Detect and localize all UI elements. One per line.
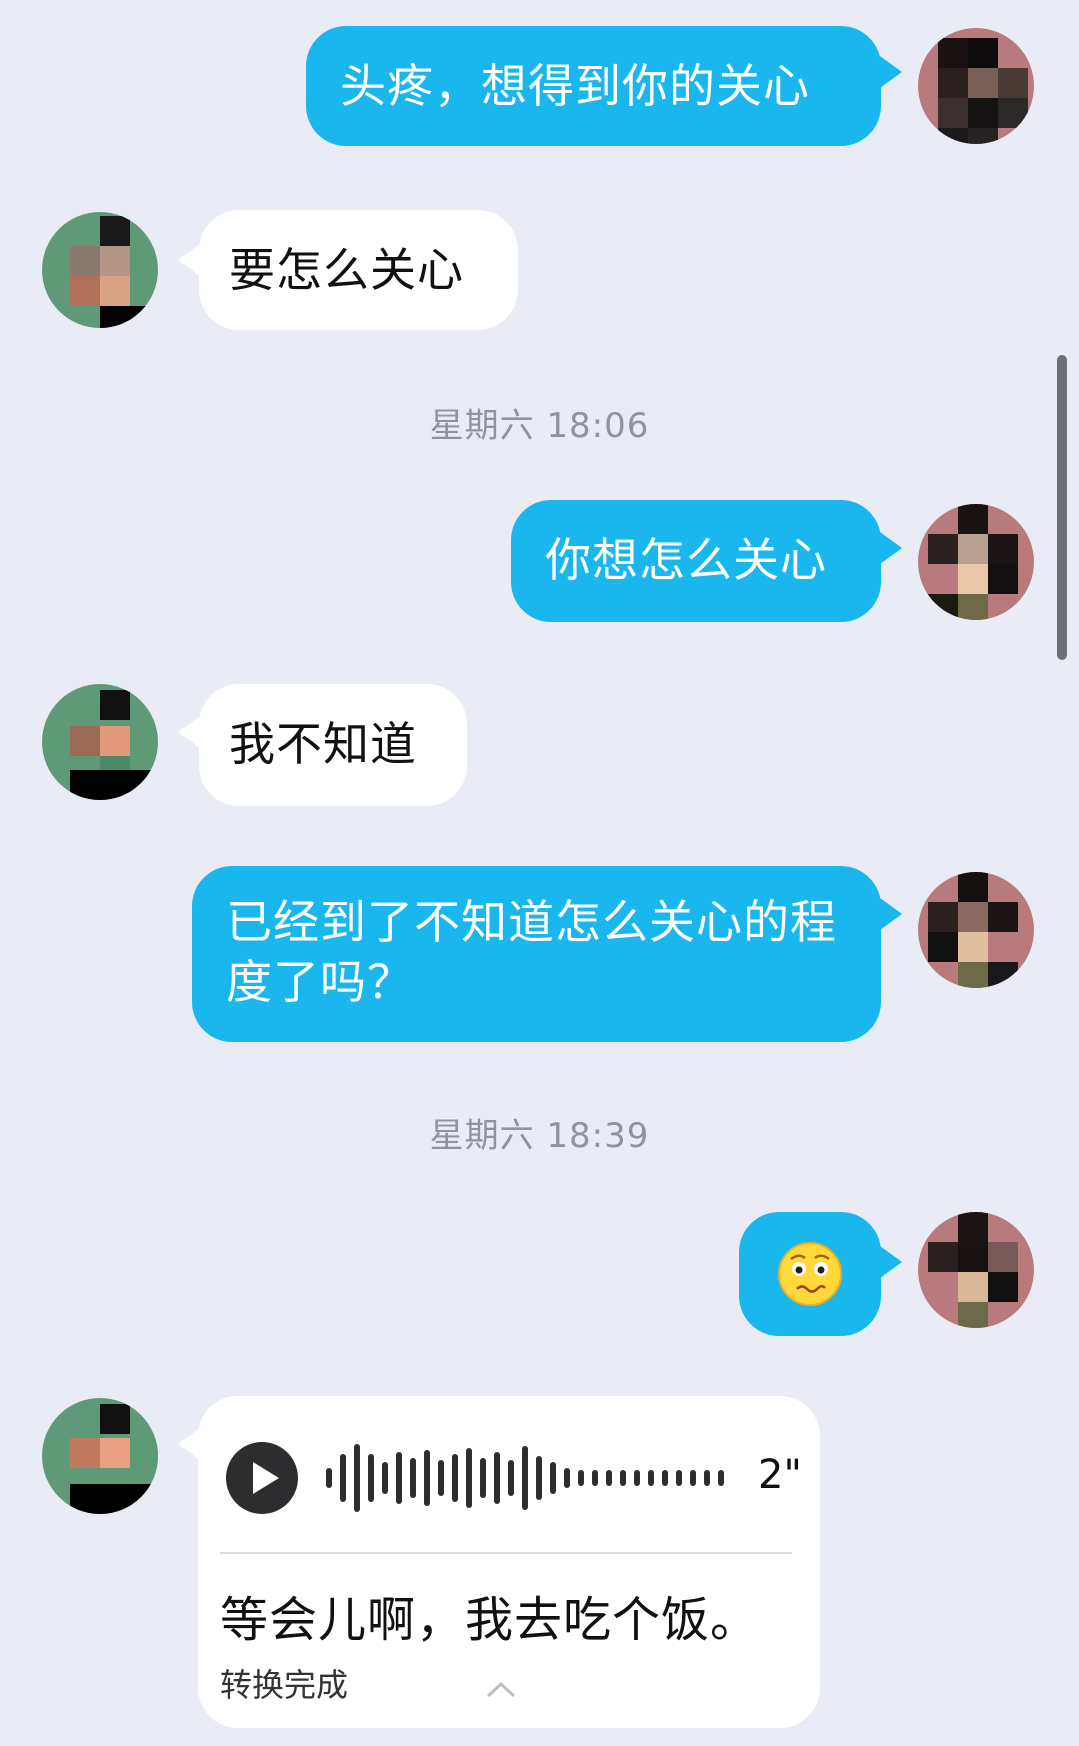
voice-transcript[interactable]: 等会儿啊，我去吃个饭。 — [220, 1580, 759, 1650]
outgoing-message-bubble[interactable]: 头疼，想得到你的关心 — [306, 26, 881, 146]
message-text: 头疼，想得到你的关心 — [340, 59, 810, 113]
contact-avatar[interactable] — [42, 212, 158, 328]
message-text: 你想怎么关心 — [545, 533, 827, 587]
my-avatar[interactable] — [918, 1212, 1034, 1328]
my-avatar[interactable] — [918, 504, 1034, 620]
message-text: 要怎么关心 — [229, 243, 464, 297]
conversion-status: 转换完成 — [220, 1666, 349, 1704]
incoming-message-bubble[interactable]: 要怎么关心 — [199, 210, 518, 330]
chevron-up-icon[interactable] — [484, 1672, 518, 1706]
voice-message-card[interactable]: 2" 等会儿啊，我去吃个饭。 转换完成 — [198, 1396, 820, 1728]
bubble-tail — [880, 532, 902, 564]
outgoing-message-bubble[interactable]: 你想怎么关心 — [511, 500, 881, 622]
timestamp: 星期六 18:06 — [429, 406, 650, 446]
outgoing-message-bubble[interactable]: 已经到了不知道怎么关心的程度了吗？ — [192, 866, 881, 1042]
outgoing-emoji-bubble[interactable] — [739, 1212, 881, 1336]
bubble-tail — [178, 1428, 200, 1460]
bubble-tail — [178, 244, 200, 276]
bubble-tail — [880, 56, 902, 88]
my-avatar[interactable] — [918, 28, 1034, 144]
worried-emoji-icon — [778, 1242, 842, 1306]
bubble-tail — [880, 898, 902, 930]
timestamp: 星期六 18:39 — [429, 1116, 650, 1156]
my-avatar[interactable] — [918, 872, 1034, 988]
message-text: 已经到了不知道怎么关心的程度了吗？ — [226, 895, 837, 1009]
scrollbar[interactable] — [1057, 355, 1067, 660]
incoming-message-bubble[interactable]: 我不知道 — [199, 684, 467, 806]
message-text: 我不知道 — [229, 717, 417, 771]
voice-duration: 2" — [758, 1452, 802, 1498]
waveform-icon[interactable] — [326, 1440, 736, 1516]
contact-avatar[interactable] — [42, 684, 158, 800]
bubble-tail — [178, 716, 200, 748]
divider — [220, 1552, 792, 1554]
play-icon[interactable] — [226, 1442, 298, 1514]
contact-avatar[interactable] — [42, 1398, 158, 1514]
bubble-tail — [880, 1246, 902, 1278]
